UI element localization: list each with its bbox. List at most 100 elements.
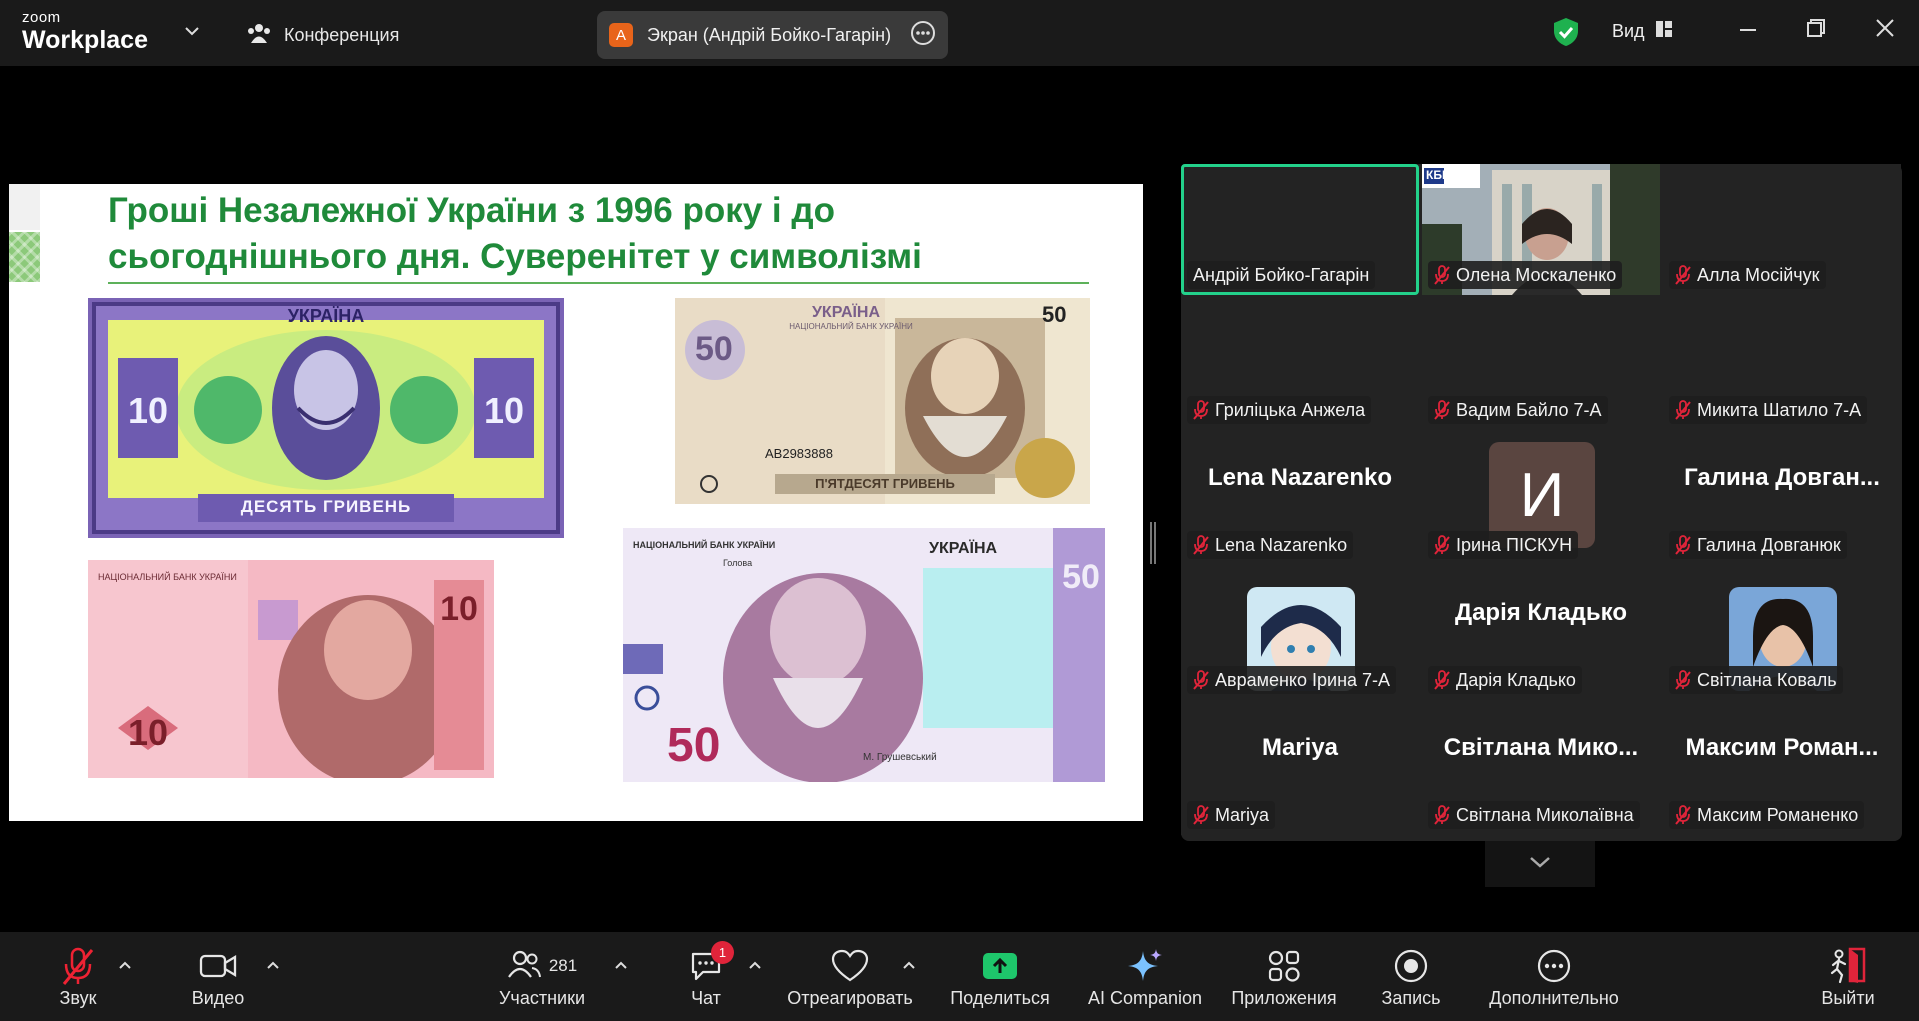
microphone-muted-icon <box>1675 670 1691 690</box>
participant-name: Андрій Бойко-Гагарін <box>1193 264 1370 285</box>
note-country-text: УКРАЇНА <box>811 304 881 321</box>
participant-tile[interactable]: Галина Довган... Галина Довганюк <box>1663 434 1901 565</box>
share-screen-button[interactable]: Поделиться <box>949 932 1051 1021</box>
gallery-next-page-button[interactable] <box>1485 841 1595 887</box>
meeting-toolbar: Звук Видео 281 Участники 1 Чат Отреагиро… <box>0 932 1919 1021</box>
participant-tile[interactable]: Андрій Бойко-Гагарін <box>1181 164 1419 295</box>
leave-button[interactable]: Выйти <box>1817 932 1879 1021</box>
encryption-shield-icon[interactable] <box>1552 16 1580 53</box>
note-country-text: УКРАЇНА <box>929 540 998 557</box>
participants-options-caret-icon[interactable] <box>614 957 628 975</box>
participant-name: Галина Довганюк <box>1697 534 1841 555</box>
ai-companion-button[interactable]: AI Companion <box>1084 932 1206 1021</box>
participant-tile[interactable]: Світлана Мико... Світлана Миколаївна <box>1422 704 1660 835</box>
participant-big-name: Mariya <box>1261 734 1339 761</box>
participant-name-tag: Дарія Кладько <box>1428 666 1582 694</box>
participant-tile[interactable]: Mariya Mariya <box>1181 704 1419 835</box>
participant-name-tag: Ірина ПІСКУН <box>1428 531 1579 559</box>
screen-share-indicator[interactable]: A Экран (Андрій Бойко-Гагарін) <box>597 11 948 59</box>
slide-title: Гроші Незалежної України з 1996 року і д… <box>108 188 1088 280</box>
slide-decoration <box>9 184 40 230</box>
more-options-icon[interactable] <box>910 20 936 51</box>
participant-tile[interactable]: КБІ Олена Москаленко <box>1422 164 1660 295</box>
apps-button[interactable]: Приложения <box>1226 932 1342 1021</box>
banknote-10-1992: УКРАЇНА 10 10 ДЕСЯТЬ ГРИВЕНЬ <box>88 298 564 538</box>
share-title: Экран (Андрій Бойко-Гагарін) <box>647 24 892 45</box>
participant-name: Вадим Байло 7-А <box>1456 399 1602 420</box>
note-country-text: УКРАЇНА <box>287 306 365 326</box>
audio-label: Звук <box>59 988 97 1008</box>
react-button[interactable]: Отреагировать <box>784 932 916 1021</box>
microphone-muted-icon <box>1434 670 1450 690</box>
participant-name-tag: Алла Мосійчук <box>1669 261 1826 289</box>
participant-tile[interactable]: Алла Мосійчук <box>1663 164 1901 295</box>
participant-tile[interactable]: Lena Nazarenko Lena Nazarenko <box>1181 434 1419 565</box>
participant-big-name: Дарія Кладько <box>1454 599 1628 626</box>
microphone-muted-icon <box>1675 535 1691 555</box>
note-denomination-side: 50 <box>1062 558 1100 596</box>
chat-options-caret-icon[interactable] <box>748 957 762 975</box>
participant-big-name: Lena Nazarenko <box>1207 464 1393 491</box>
participant-name-tag: Галина Довганюк <box>1669 531 1847 559</box>
participant-name-tag: Lena Nazarenko <box>1187 531 1354 559</box>
splitter-handle[interactable] <box>1150 522 1156 564</box>
participant-name: Микита Шатило 7-А <box>1697 399 1862 420</box>
participant-name: Lena Nazarenko <box>1215 534 1348 555</box>
note-signature-label: Голова <box>723 558 753 568</box>
top-bar: zoom Workplace Конференция A Экран (Андр… <box>0 0 1919 66</box>
participant-name: Світлана Коваль <box>1697 669 1837 690</box>
minimize-icon[interactable] <box>1738 18 1758 43</box>
sharer-avatar: A <box>609 23 633 47</box>
restore-icon[interactable] <box>1806 18 1826 43</box>
participant-name-tag: Авраменко Ірина 7-А <box>1187 666 1397 694</box>
video-camera-icon <box>199 946 237 986</box>
note-denomination-left: 10 <box>127 390 169 431</box>
grid-view-icon <box>1655 20 1673 43</box>
audio-button[interactable]: Звук <box>48 932 108 1021</box>
note-denomination: 10 <box>128 712 169 753</box>
participant-name-tag: Світлана Коваль <box>1669 666 1843 694</box>
video-options-caret-icon[interactable] <box>266 957 280 975</box>
chat-button[interactable]: 1 Чат <box>676 932 736 1021</box>
chevron-down-icon <box>1528 855 1552 874</box>
chat-label: Чат <box>691 988 721 1008</box>
participants-button[interactable]: 281 Участники <box>492 932 592 1021</box>
record-icon <box>1393 946 1429 986</box>
slide-divider <box>108 282 1089 284</box>
microphone-muted-icon <box>1434 535 1450 555</box>
chevron-down-icon[interactable] <box>184 24 200 42</box>
participant-tile[interactable]: Микита Шатило 7-А <box>1663 299 1901 430</box>
note-denomination-side: 10 <box>440 590 478 628</box>
participant-tile[interactable]: Гриліцька Анжела <box>1181 299 1419 430</box>
participant-tile[interactable]: Вадим Байло 7-А <box>1422 299 1660 430</box>
note-bank-text: НАЦІОНАЛЬНИЙ БАНК УКРАЇНИ <box>789 322 913 331</box>
close-icon[interactable] <box>1875 18 1895 43</box>
note-bank-text: НАЦІОНАЛЬНИЙ БАНК УКРАЇНИ <box>98 572 237 582</box>
meeting-info-button[interactable]: Конференция <box>246 22 399 49</box>
view-button[interactable]: Вид <box>1612 20 1673 43</box>
record-label: Запись <box>1381 988 1441 1008</box>
chat-unread-badge: 1 <box>711 941 734 964</box>
brand-small: zoom <box>22 9 61 26</box>
record-button[interactable]: Запись <box>1378 932 1444 1021</box>
more-button[interactable]: Дополнительно <box>1484 932 1624 1021</box>
participant-tile[interactable]: Дарія Кладько Дарія Кладько <box>1422 569 1660 700</box>
participants-icon-group: 281 <box>507 946 577 986</box>
note-serial: АВ2983888 <box>765 446 833 461</box>
participant-name-tag: Максим Романенко <box>1669 801 1865 829</box>
meeting-icon <box>246 22 272 49</box>
heart-icon <box>831 946 869 986</box>
microphone-muted-icon <box>1675 265 1691 285</box>
apps-icon <box>1266 946 1302 986</box>
participant-tile[interactable]: И Ірина ПІСКУН <box>1422 434 1660 565</box>
react-options-caret-icon[interactable] <box>902 957 916 975</box>
participant-name: Світлана Миколаївна <box>1456 804 1634 825</box>
participant-name-tag: Гриліцька Анжела <box>1187 396 1372 424</box>
video-button[interactable]: Видео <box>188 932 248 1021</box>
participant-tile[interactable]: Максим Роман... Максим Романенко <box>1663 704 1901 835</box>
participant-tile[interactable]: Світлана Коваль <box>1663 569 1901 700</box>
participant-name-tag: Олена Москаленко <box>1428 261 1623 289</box>
audio-options-caret-icon[interactable] <box>118 957 132 975</box>
more-icon <box>1536 946 1572 986</box>
participant-tile[interactable]: Авраменко Ірина 7-А <box>1181 569 1419 700</box>
